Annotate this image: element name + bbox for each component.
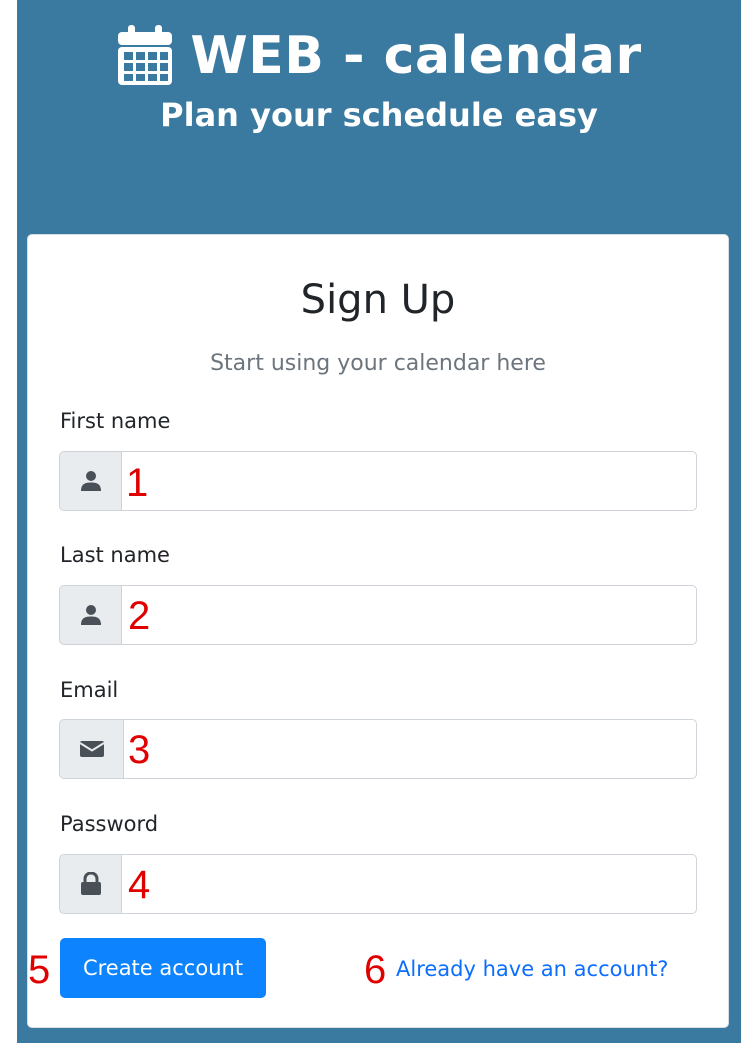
last-name-input[interactable] [121, 585, 697, 645]
first-name-label: First name [60, 409, 171, 433]
email-label: Email [60, 678, 119, 702]
email-input[interactable] [123, 719, 697, 779]
first-name-group [59, 451, 697, 511]
user-icon [59, 585, 121, 645]
brand-title: WEB - calendar [190, 26, 642, 86]
tagline: Plan your schedule easy [160, 96, 598, 134]
password-label: Password [60, 812, 159, 836]
annotation-marker-5: 5 [28, 948, 51, 992]
last-name-label: Last name [60, 543, 170, 567]
first-name-input[interactable] [121, 451, 697, 511]
annotation-marker-4: 4 [128, 863, 151, 907]
annotation-marker-6: 6 [364, 948, 387, 992]
user-icon [59, 451, 121, 511]
calendar-icon [116, 25, 174, 87]
password-input[interactable] [121, 854, 697, 914]
last-name-group [59, 585, 697, 645]
lock-icon [59, 854, 121, 914]
annotation-marker-3: 3 [128, 728, 151, 772]
page-subtitle: Start using your calendar here [210, 351, 546, 376]
envelope-icon [59, 719, 123, 779]
page-title: Sign Up [300, 277, 456, 323]
brand: WEB - calendar [17, 18, 741, 94]
create-account-button[interactable]: Create account [60, 938, 266, 998]
login-link[interactable]: Already have an account? [396, 955, 668, 983]
annotation-marker-1: 1 [126, 461, 149, 505]
password-group [59, 854, 697, 914]
annotation-marker-2: 2 [128, 594, 151, 638]
email-group [59, 719, 697, 779]
